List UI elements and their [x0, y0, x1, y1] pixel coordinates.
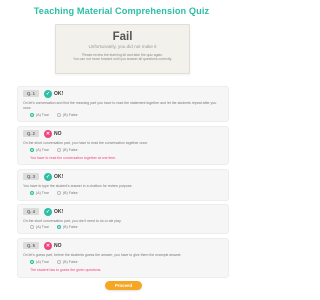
status-label: NO	[54, 131, 62, 137]
question-text: On the short conversation part, you have…	[23, 141, 149, 145]
quiz-page: Teaching Material Comprehension Quiz Fai…	[0, 0, 243, 300]
radio-icon	[56, 148, 61, 152]
question-number: Q. 4	[23, 208, 39, 215]
question-number: Q. 2	[23, 130, 39, 137]
option-true[interactable]: (A) True	[30, 191, 49, 195]
status-label: NO	[54, 243, 62, 249]
wrong-icon: ✕	[44, 241, 52, 250]
status-label: OK!	[54, 209, 64, 215]
question-card: Q. 2 ✕ NO On the short conversation part…	[17, 126, 229, 165]
feedback-text: The student has to guess the given quest…	[30, 268, 102, 272]
question-number: Q. 5	[23, 242, 39, 249]
question-number: Q. 1	[23, 90, 39, 97]
option-true[interactable]: (A) True	[30, 260, 49, 264]
radio-selected-icon	[30, 191, 34, 195]
question-card: Q. 1 ✓ OK! On let's conversation and fin…	[17, 86, 229, 122]
radio-icon	[56, 113, 61, 117]
result-card: Fail Unfortunately, you did not make it …	[55, 24, 190, 74]
radio-icon	[56, 191, 61, 195]
question-text: On let's guess part, before the students…	[23, 253, 182, 257]
radio-selected-icon	[30, 148, 34, 152]
wrong-icon: ✕	[44, 129, 52, 138]
question-card: Q. 5 ✕ NO On let's guess part, before th…	[17, 238, 229, 278]
radio-selected-icon	[30, 113, 34, 117]
correct-icon: ✓	[44, 172, 52, 181]
radio-selected-icon	[56, 225, 61, 229]
correct-icon: ✓	[44, 89, 52, 98]
option-true[interactable]: (A) True	[30, 148, 49, 152]
question-text: On the short conversation part, you don'…	[23, 219, 122, 223]
answer-options: (A) True (B) False	[30, 225, 85, 229]
question-text: You have to type the student's answer in…	[23, 184, 133, 188]
option-true[interactable]: (A) True	[30, 225, 49, 229]
question-text: On let's conversation and find the meani…	[23, 101, 217, 110]
answer-options: (A) True (B) False	[30, 191, 85, 195]
question-card: Q. 4 ✓ OK! On the short conversation par…	[17, 204, 229, 234]
status-label: OK!	[54, 174, 64, 180]
option-false[interactable]: (B) False	[56, 148, 78, 152]
result-message-line2: You can not move forward until you answe…	[73, 57, 172, 62]
result-title: Fail	[112, 31, 133, 43]
question-card: Q. 3 ✓ OK! You have to type the student'…	[17, 169, 229, 201]
option-false[interactable]: (B) False	[56, 191, 78, 195]
proceed-button[interactable]: Proceed	[105, 281, 142, 290]
option-true[interactable]: (A) True	[30, 113, 49, 117]
option-false[interactable]: (B) False	[56, 225, 78, 229]
feedback-text: You have to read the conversation togeth…	[30, 156, 117, 160]
question-number: Q. 3	[23, 173, 39, 180]
radio-icon	[56, 260, 61, 264]
option-false[interactable]: (B) False	[56, 113, 78, 117]
page-title: Teaching Material Comprehension Quiz	[33, 6, 210, 16]
status-label: OK!	[54, 91, 64, 97]
option-false[interactable]: (B) False	[56, 260, 78, 264]
answer-options: (A) True (B) False	[30, 113, 85, 117]
result-subtitle: Unfortunately, you did not make it	[88, 44, 157, 49]
correct-icon: ✓	[44, 207, 52, 216]
radio-icon	[30, 225, 34, 229]
result-message: Please review the learning kit and take …	[56, 53, 189, 62]
radio-selected-icon	[30, 260, 34, 264]
answer-options: (A) True (B) False	[30, 260, 85, 264]
answer-options: (A) True (B) False	[30, 148, 85, 152]
